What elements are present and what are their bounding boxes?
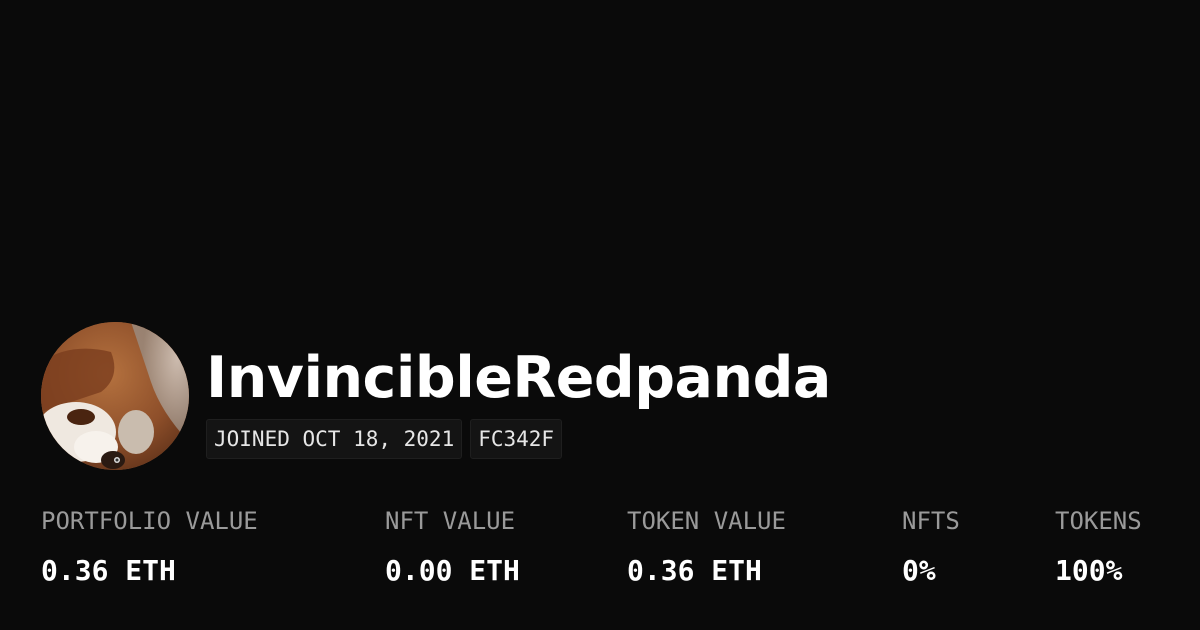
- id-code-badge: FC342F: [470, 419, 563, 459]
- stat-value: 0.00 ETH: [385, 554, 520, 587]
- stat-value: 100%: [1055, 554, 1123, 587]
- stat-label: TOKEN VALUE: [627, 507, 786, 535]
- profile-badges: JOINED OCT 18, 2021 FC342F: [206, 419, 563, 459]
- stat-value: 0%: [902, 554, 936, 587]
- stat-value: 0.36 ETH: [627, 554, 762, 587]
- stat-label: NFT VALUE: [385, 507, 516, 535]
- stat-tokens-percent: TOKENS 100%: [1055, 505, 1142, 587]
- avatar: [41, 322, 189, 470]
- red-panda-avatar-icon: [41, 322, 189, 470]
- stat-label: PORTFOLIO VALUE: [41, 507, 258, 535]
- joined-date-badge: JOINED OCT 18, 2021: [206, 419, 463, 459]
- username-title: InvincibleRedpanda: [206, 345, 831, 411]
- stat-label: TOKENS: [1055, 507, 1142, 535]
- stat-nft-value: NFT VALUE 0.00 ETH: [385, 505, 520, 587]
- stat-nfts-percent: NFTS 0%: [902, 505, 960, 587]
- stat-value: 0.36 ETH: [41, 554, 176, 587]
- stat-token-value: TOKEN VALUE 0.36 ETH: [627, 505, 786, 587]
- stat-label: NFTS: [902, 507, 960, 535]
- stat-portfolio-value: PORTFOLIO VALUE 0.36 ETH: [41, 505, 258, 587]
